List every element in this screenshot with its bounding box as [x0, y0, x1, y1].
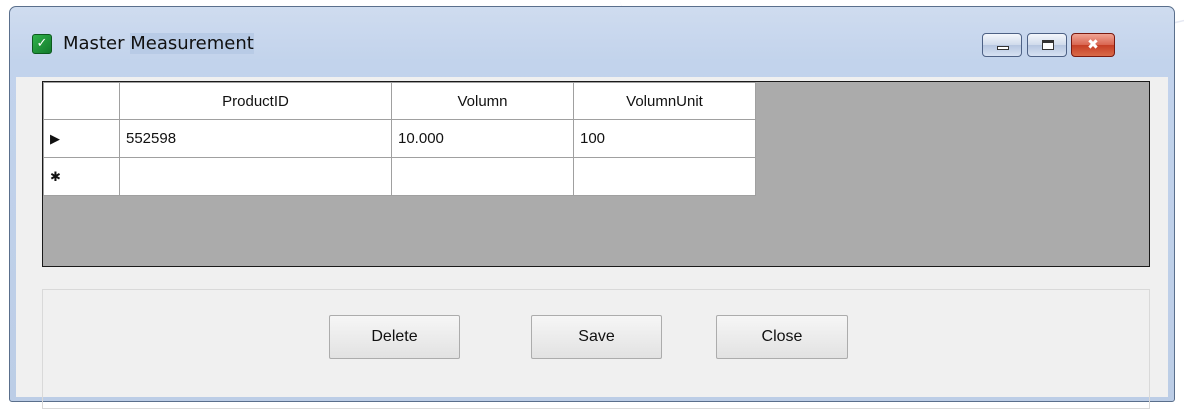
client-area: ProductID Volumn VolumnUnit ▶ 552598 10.…	[16, 77, 1168, 409]
new-cell-volumn[interactable]	[391, 157, 574, 196]
maximize-icon	[1042, 40, 1054, 50]
delete-button[interactable]: Delete	[329, 315, 460, 359]
new-row-asterisk-icon[interactable]: ✱	[43, 157, 120, 196]
window-title: Master Measurement	[63, 33, 254, 54]
new-cell-productid[interactable]	[119, 157, 392, 196]
title-bar[interactable]: ✓ Master Measurement ✖	[10, 7, 1174, 87]
header-row: ProductID Volumn VolumnUnit	[43, 82, 756, 120]
cell-volumn[interactable]: 10.000	[391, 119, 574, 158]
window-title-part1: Master	[63, 33, 125, 54]
column-header-volumn[interactable]: Volumn	[391, 82, 574, 120]
grid-table: ProductID Volumn VolumnUnit ▶ 552598 10.…	[43, 82, 756, 196]
window-title-part2: Measurement	[130, 33, 254, 54]
column-header-productid[interactable]: ProductID	[119, 82, 392, 120]
close-window-button[interactable]: ✖	[1071, 33, 1115, 57]
close-button[interactable]: Close	[716, 315, 848, 359]
table-row[interactable]: ▶ 552598 10.000 100	[43, 119, 756, 158]
cell-volumnunit[interactable]: 100	[573, 119, 756, 158]
column-header-volumnunit[interactable]: VolumnUnit	[573, 82, 756, 120]
minimize-button[interactable]	[982, 33, 1022, 57]
master-measurement-window: ✓ Master Measurement ✖ ProductID Volumn …	[9, 6, 1175, 409]
new-row[interactable]: ✱	[43, 157, 756, 196]
maximize-button[interactable]	[1027, 33, 1067, 57]
close-icon: ✖	[1087, 37, 1099, 53]
current-row-indicator-icon[interactable]: ▶	[43, 119, 120, 158]
cell-productid[interactable]: 552598	[119, 119, 392, 158]
app-icon: ✓	[32, 34, 52, 54]
data-grid[interactable]: ProductID Volumn VolumnUnit ▶ 552598 10.…	[42, 81, 1150, 267]
minimize-icon	[997, 46, 1009, 50]
save-button[interactable]: Save	[531, 315, 662, 359]
new-cell-volumnunit[interactable]	[573, 157, 756, 196]
corner-header-cell[interactable]	[43, 82, 120, 120]
